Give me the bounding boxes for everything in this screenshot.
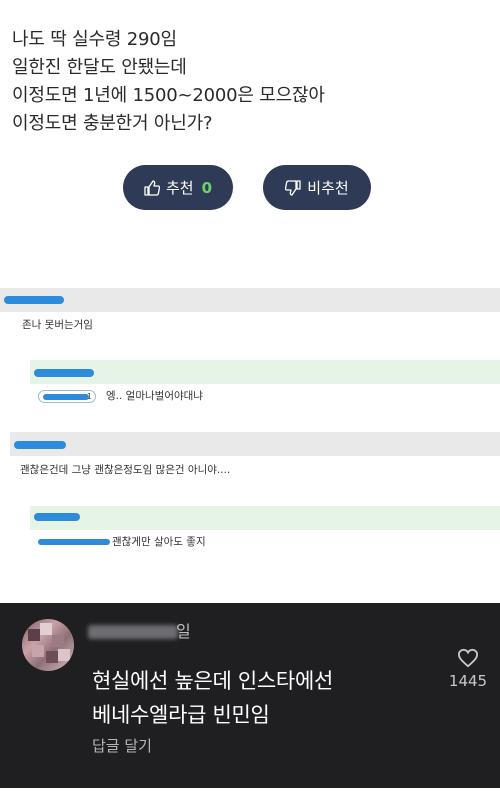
comment-header [10,432,500,456]
avatar[interactable] [22,619,74,671]
upvote-count: 0 [201,178,213,197]
upvote-button[interactable]: 추천 0 [123,165,233,210]
post-line: 일한진 한달도 안됐는데 [12,57,187,78]
thumbs-down-icon [285,179,301,196]
redacted-username [88,625,178,639]
redacted-username [14,441,66,449]
reply-header [30,360,500,384]
reply-text: 괜찮게만 살아도 좋지 [38,535,206,549]
heart-icon [440,648,496,668]
post-line: 나도 딱 실수령 290임 [12,29,177,50]
vote-area: 추천 0 비추천 [0,165,500,211]
thumbs-up-icon [144,179,160,196]
downvote-label: 비추천 [307,179,349,197]
downvote-button[interactable]: 비추천 [263,165,371,210]
redacted-username [34,513,80,521]
redacted-username [4,296,64,304]
post-body: 나도 딱 실수령 290임 일한진 한달도 안됐는데 이정도면 1년에 1500… [12,26,488,138]
like-count: 1445 [448,672,488,690]
comment-text-line: 베네수엘라급 빈민임 [92,703,270,727]
comment-text: 괜찮은건데 그냥 괜찮은정도임 많은건 아니야.... [20,464,231,476]
comment-text: 존나 못버는거임 [22,319,93,331]
comment-text-line: 현실에선 높은데 인스타에선 [92,669,333,693]
redacted-username [34,369,94,377]
reply-text-body: 엥.. 얼마나벌어야대냐 [106,390,203,402]
post-line: 이정도면 충분한거 아닌가? [12,113,213,134]
comment-header [0,288,500,312]
comment-time: 일 [176,622,191,641]
comment-list: 존나 못버는거임 1 엥.. 얼마나벌어야대냐 괜찮은건데 그냥 괜찮은정도임 많… [0,255,500,600]
redacted-mention [38,539,110,545]
mention-tag[interactable]: 1 [38,389,96,403]
reply-button[interactable]: 답글 달기 [92,735,152,756]
like-button[interactable]: 1445 [440,648,496,690]
reply-text: 1 엥.. 얼마나벌어야대냐 [38,389,203,403]
bottom-spacer [0,788,500,806]
reply-header [30,506,500,530]
reply-text-body: 괜찮게만 살아도 좋지 [112,536,206,548]
dark-comment-card: 일 현실에선 높은데 인스타에선 베네수엘라급 빈민임 답글 달기 1445 [0,603,500,788]
post-line: 이정도면 1년에 1500~2000은 모으잖아 [12,85,325,106]
upvote-label: 추천 [165,179,194,197]
